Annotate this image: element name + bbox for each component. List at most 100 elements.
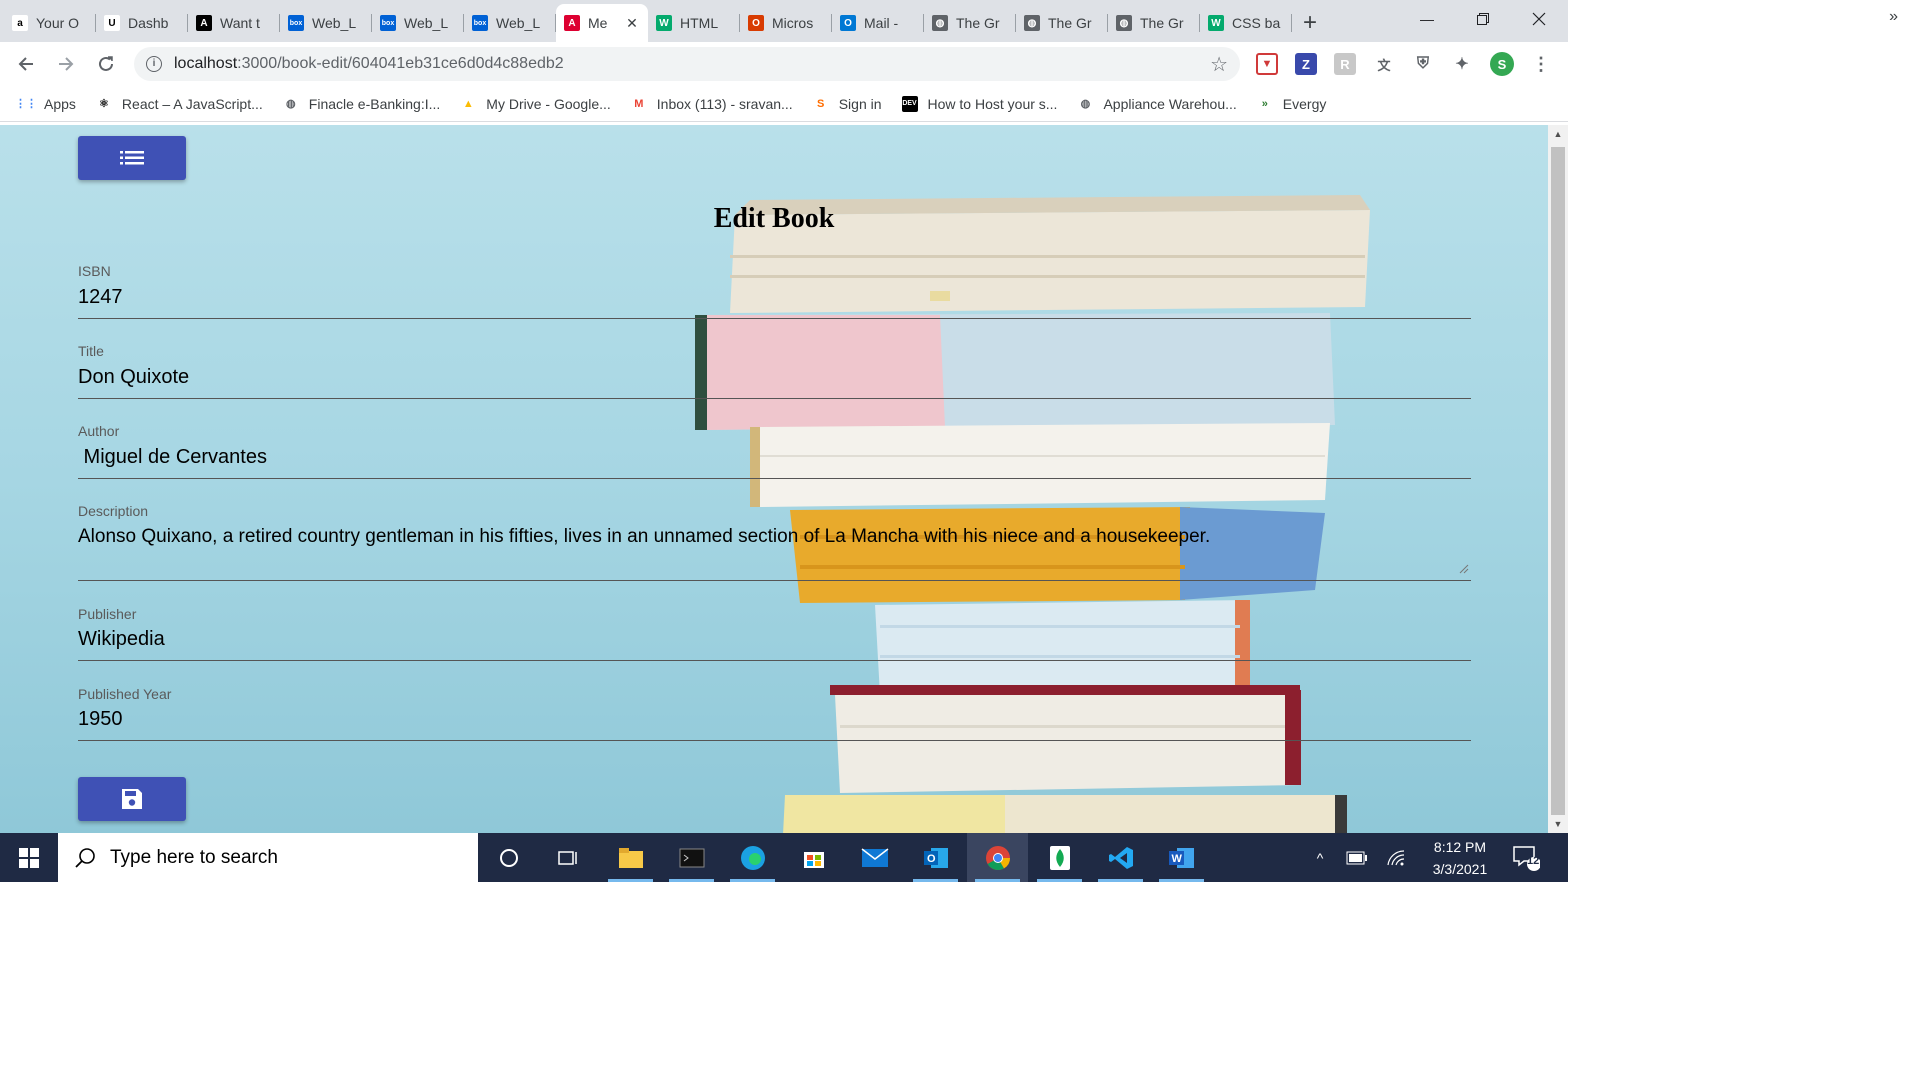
start-button[interactable] [0,833,58,882]
published-year-field[interactable]: Published Year 1950 [78,686,1471,741]
zotero-extension-icon[interactable]: Z [1295,53,1317,75]
browser-tab[interactable]: ◍ The Gr [1108,4,1200,42]
book-list-button[interactable] [78,136,186,180]
dev-icon: DEV [901,95,918,112]
tray-expand-chevron-icon[interactable]: ^ [1308,850,1332,866]
bookmark-label: My Drive - Google... [486,95,611,112]
isbn-input[interactable]: 1247 [78,286,123,309]
browser-tab[interactable]: O Mail - [832,4,924,42]
bookmarks-bar: ⋮⋮ Apps ⚛ React – A JavaScript... ◍ Finacle e… [0,86,1568,122]
browser-tab[interactable]: A Me ✕ [556,4,648,42]
chrome-icon[interactable] [967,833,1028,882]
published-year-input[interactable]: 1950 [78,708,123,731]
globe-icon: ◍ [1024,15,1040,31]
bookmark-label: Finacle e-Banking:I... [308,95,441,112]
w3schools-icon: W [1208,15,1224,31]
bookmark-item[interactable]: S Sign in [813,96,881,112]
bookmark-item[interactable]: » Evergy [1257,96,1327,112]
new-tab-button[interactable]: + [1292,4,1328,42]
terminal-icon[interactable] [661,833,722,882]
mail-app-icon[interactable] [844,833,905,882]
bookmark-item[interactable]: DEV How to Host your s... [901,95,1057,112]
browser-tab[interactable]: box Web_L [464,4,556,42]
close-window-button[interactable] [1516,0,1562,38]
vscode-icon[interactable] [1090,833,1151,882]
address-bar[interactable]: i localhost:3000/book-edit/604041eb31ce6… [134,47,1240,81]
edge-browser-icon[interactable] [722,833,783,882]
puzzle-extensions-icon[interactable]: ✦ [1451,53,1473,75]
task-view-icon[interactable] [537,833,598,882]
page-viewport: Edit Book ISBN 1247 Title Don Quixote Au… [0,125,1548,833]
description-field[interactable]: Description Alonso Quixano, a retired co… [78,503,1471,581]
browser-tab[interactable]: O Micros [740,4,832,42]
bookmark-item[interactable]: ◍ Appliance Warehou... [1077,96,1237,112]
browser-tab[interactable]: a Your O [4,4,96,42]
bookmarks-overflow-icon[interactable]: » [1889,8,1898,26]
forward-button[interactable] [50,48,82,80]
browser-tab[interactable]: W HTML [648,4,740,42]
umkc-icon: U [104,15,120,31]
extension-icon[interactable]: R [1334,53,1356,75]
word-icon[interactable]: W [1151,833,1212,882]
browser-tab[interactable]: U Dashb [96,4,188,42]
scrollbar-thumb[interactable] [1551,147,1565,815]
back-button[interactable] [10,48,42,80]
profile-avatar[interactable]: S [1490,52,1514,76]
browser-tab[interactable]: box Web_L [280,4,372,42]
box-icon: box [288,15,304,31]
gmail-icon: M [634,97,644,110]
battery-icon[interactable] [1346,851,1368,865]
author-field[interactable]: Author Miguel de Cervantes [78,423,1471,479]
action-center-button[interactable]: 12 [1512,833,1540,882]
description-textarea[interactable]: Alonso Quixano, a retired country gentle… [78,526,1210,548]
close-tab-icon[interactable]: ✕ [624,15,640,32]
author-input[interactable]: Miguel de Cervantes [78,446,267,469]
tab-title: Web_L [496,15,541,31]
minimize-button[interactable]: — [1404,0,1450,38]
browser-tab[interactable]: box Web_L [372,4,464,42]
bookmark-item[interactable]: ⚛ React – A JavaScript... [96,96,263,112]
microsoft-store-icon[interactable] [783,833,844,882]
bookmark-item[interactable]: ⋮⋮ Apps [15,96,76,112]
title-input[interactable]: Don Quixote [78,366,189,389]
cortana-icon[interactable] [478,833,539,882]
pocket-extension-icon[interactable]: ▼ [1256,53,1278,75]
scroll-down-icon[interactable]: ▼ [1548,815,1568,833]
restore-button[interactable] [1460,0,1506,38]
browser-menu-icon[interactable]: ⋮ [1530,53,1552,75]
box-icon: box [472,15,488,31]
resize-grip-icon[interactable] [1459,564,1469,574]
bookmark-item[interactable]: ▲ My Drive - Google... [460,95,611,112]
page-scrollbar[interactable]: ▲ ▼ [1548,125,1568,833]
browser-tab[interactable]: ◍ The Gr [1016,4,1108,42]
scroll-up-icon[interactable]: ▲ [1548,125,1568,143]
list-icon [120,151,144,165]
browser-tab[interactable]: ◍ The Gr [924,4,1016,42]
browser-tab[interactable]: A Want t [188,4,280,42]
bookmark-item[interactable]: ◍ Finacle e-Banking:I... [283,95,441,112]
taskbar-clock[interactable]: 8:12 PM 3/3/2021 [1420,836,1500,880]
url-path: :3000/book-edit/604041eb31ce6d0d4c88edb2 [237,55,564,72]
site-info-icon[interactable]: i [146,56,162,72]
url-text[interactable]: localhost:3000/book-edit/604041eb31ce6d0… [174,55,564,73]
file-explorer-icon[interactable] [600,833,661,882]
title-field[interactable]: Title Don Quixote [78,343,1471,399]
bookmark-label: Inbox (113) - sravan... [656,95,793,112]
mongodb-compass-icon[interactable] [1029,833,1090,882]
publisher-field[interactable]: Publisher Wikipedia [78,606,1471,661]
isbn-field[interactable]: ISBN 1247 [78,263,1471,319]
reload-button[interactable] [90,48,122,80]
shield-extension-icon[interactable]: ⛨ [1412,53,1434,75]
outlook-icon[interactable]: O [905,833,966,882]
bookmark-item[interactable]: M Inbox (113) - sravan... [631,96,793,112]
publisher-input[interactable]: Wikipedia [78,628,165,651]
save-button[interactable] [78,777,186,821]
taskbar-search-box[interactable]: Type here to search [58,833,478,882]
browser-tab[interactable]: W CSS ba [1200,4,1292,42]
outlook-icon: O [840,15,856,31]
svg-text:O: O [927,853,936,865]
wifi-icon[interactable] [1386,849,1408,867]
bookmark-star-icon[interactable]: ☆ [1210,52,1228,77]
translate-extension-icon[interactable]: 文 [1373,53,1395,75]
angular-icon: A [564,15,580,31]
